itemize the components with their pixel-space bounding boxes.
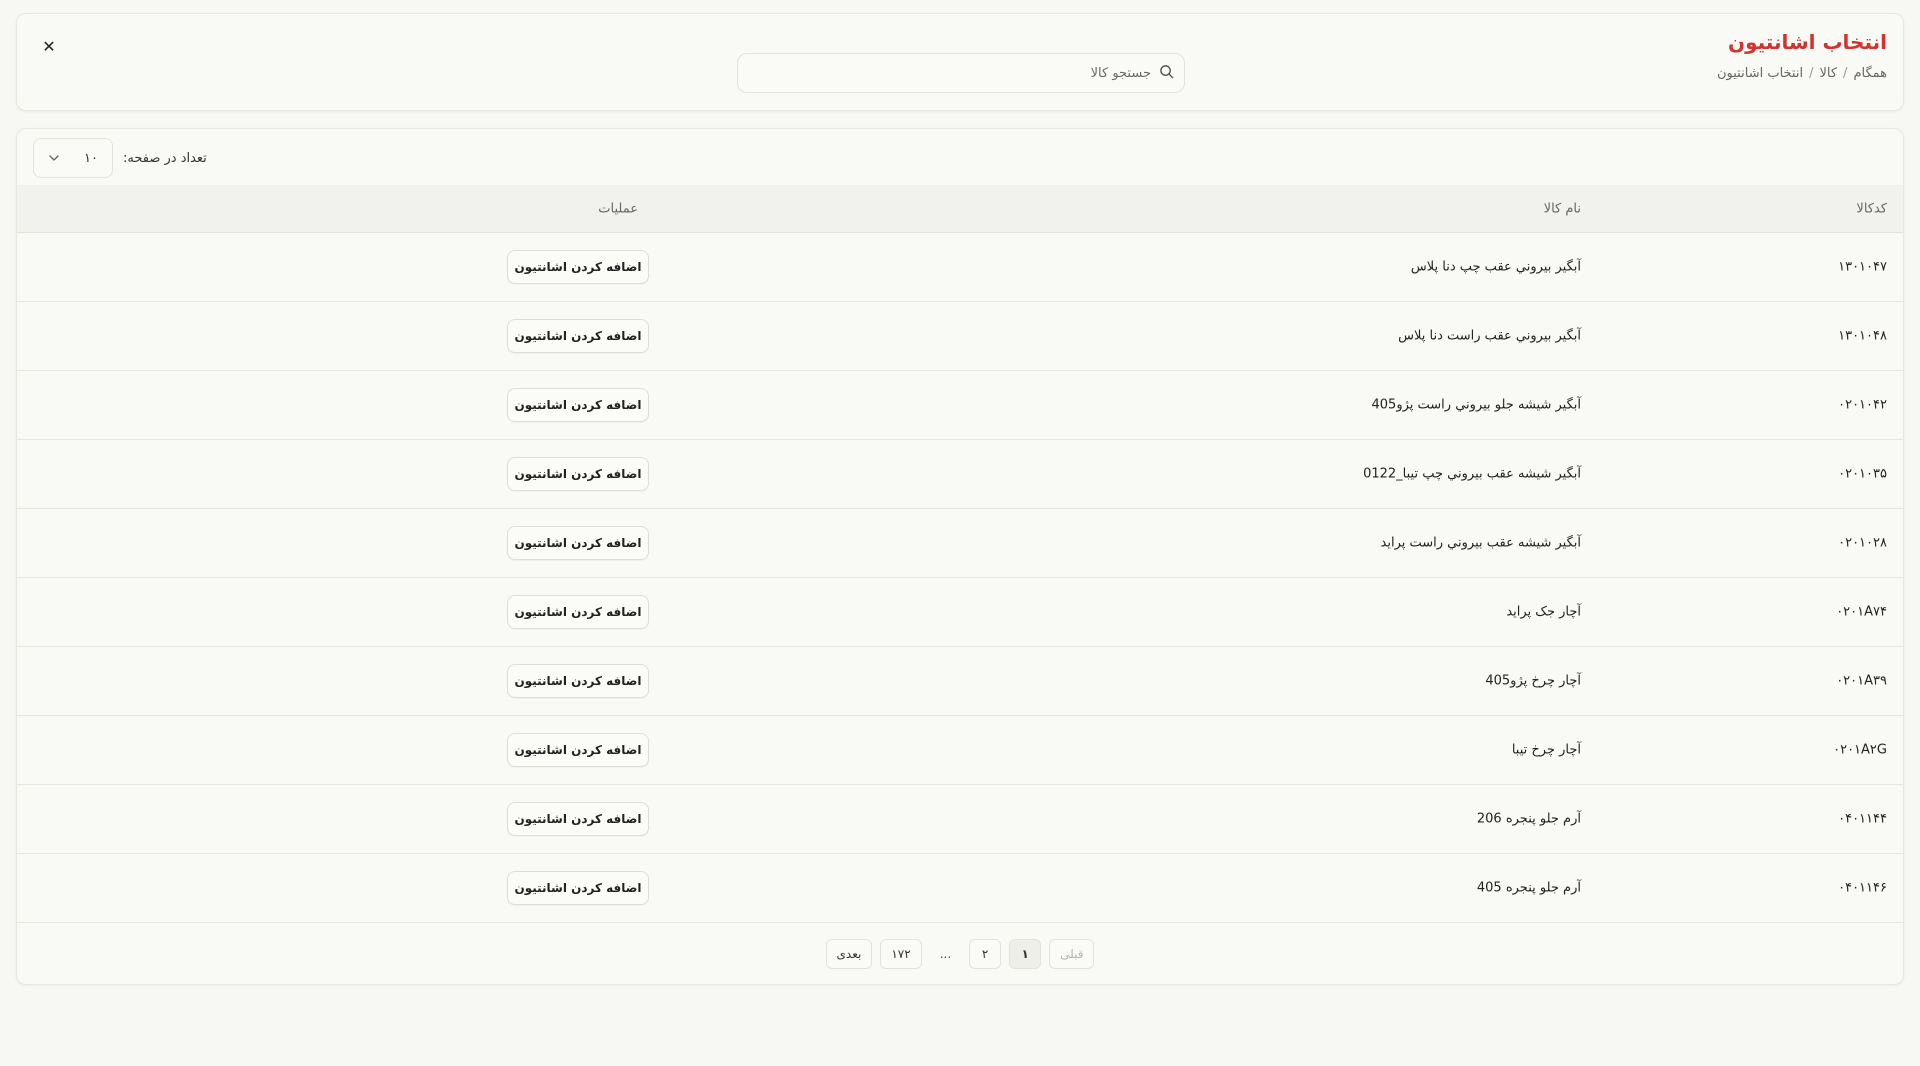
add-gift-button[interactable]: اضافه کردن اشانتیون bbox=[507, 802, 649, 836]
product-code: ۰۴۰۱۱۴۶ bbox=[1838, 880, 1887, 896]
add-gift-button[interactable]: اضافه کردن اشانتیون bbox=[507, 733, 649, 767]
page-button-2[interactable]: ۲ bbox=[969, 939, 1002, 969]
add-gift-button[interactable]: اضافه کردن اشانتیون bbox=[507, 664, 649, 698]
search-icon bbox=[1159, 64, 1174, 83]
product-name: آرم جلو پنجره 206 bbox=[1476, 811, 1581, 827]
next-page-button[interactable]: بعدی bbox=[825, 939, 873, 969]
table-row: ۰۴۰۱۱۴۴ آرم جلو پنجره 206 اضافه کردن اشانت… bbox=[17, 785, 1903, 854]
product-code: ۰۲۰۱۰۳۵ bbox=[1838, 466, 1887, 482]
product-name: آبگير شيشه عقب بيروني چپ تيبا_0122 bbox=[1363, 466, 1581, 482]
product-code: ۰۲۰۱۰۴۲ bbox=[1838, 397, 1887, 413]
breadcrumb-separator: / bbox=[1843, 66, 1848, 81]
column-header-operations: عملیات bbox=[598, 201, 638, 216]
search-input[interactable] bbox=[748, 65, 1151, 81]
pagination: قبلی ۱ ۲ ... ۱۷۲ بعدی bbox=[17, 939, 1903, 969]
product-code: ۰۲۰۱A۷۴ bbox=[1836, 604, 1887, 620]
product-code: ۰۲۰۱A۲G bbox=[1833, 742, 1887, 758]
product-name: آرم جلو پنجره 405 bbox=[1476, 880, 1581, 896]
product-name: آبگير شيشه جلو بيروني راست پژو405 bbox=[1371, 397, 1582, 413]
product-name: آبگير بيروني عقب راست دنا پلاس bbox=[1398, 328, 1581, 344]
table-header: کدکالا نام کالا عملیات bbox=[17, 185, 1903, 233]
product-code: ۰۲۰۱۰۲۸ bbox=[1838, 535, 1887, 551]
table-row: ۰۲۰۱۰۲۸ آبگير شيشه عقب بيروني راست پرايد ا… bbox=[17, 509, 1903, 578]
product-code: ۰۲۰۱A۳۹ bbox=[1836, 673, 1887, 689]
page-button-last[interactable]: ۱۷۲ bbox=[880, 939, 922, 969]
table-row: ۰۲۰۱۰۳۵ آبگير شيشه عقب بيروني چپ تيبا_012… bbox=[17, 440, 1903, 509]
close-button[interactable]: ✕ bbox=[37, 34, 61, 58]
page-title: انتخاب اشانتیون bbox=[1728, 30, 1887, 54]
product-name: آچار چرخ پژو405 bbox=[1485, 673, 1581, 689]
add-gift-button[interactable]: اضافه کردن اشانتیون bbox=[507, 457, 649, 491]
search-box bbox=[737, 53, 1185, 93]
add-gift-button[interactable]: اضافه کردن اشانتیون bbox=[507, 319, 649, 353]
product-code: ۱۳۰۱۰۴۸ bbox=[1838, 328, 1887, 344]
prev-page-button[interactable]: قبلی bbox=[1049, 939, 1095, 969]
product-name: آبگير شيشه عقب بيروني راست پرايد bbox=[1380, 535, 1581, 551]
per-page-label: تعداد در صفحه: bbox=[123, 150, 207, 166]
breadcrumb-separator: / bbox=[1809, 66, 1814, 81]
header-card: انتخاب اشانتیون همگام / کالا / انتخاب اش… bbox=[16, 13, 1904, 111]
add-gift-button[interactable]: اضافه کردن اشانتیون bbox=[507, 871, 649, 905]
table-row: ۰۲۰۱A۷۴ آچار جک پرايد اضافه کردن اشانتیون bbox=[17, 578, 1903, 647]
table-row: ۱۳۰۱۰۴۸ آبگير بيروني عقب راست دنا پلاس اضا… bbox=[17, 302, 1903, 371]
add-gift-button[interactable]: اضافه کردن اشانتیون bbox=[507, 595, 649, 629]
add-gift-button[interactable]: اضافه کردن اشانتیون bbox=[507, 388, 649, 422]
product-name: آبگير بيروني عقب چپ دنا پلاس bbox=[1410, 259, 1581, 275]
add-gift-button[interactable]: اضافه کردن اشانتیون bbox=[507, 250, 649, 284]
product-code: ۱۳۰۱۰۴۷ bbox=[1838, 259, 1887, 275]
table-row: ۰۲۰۱A۳۹ آچار چرخ پژو405 اضافه کردن اشانتیو… bbox=[17, 647, 1903, 716]
column-header-name: نام کالا bbox=[1543, 201, 1581, 216]
table-row: ۰۴۰۱۱۴۶ آرم جلو پنجره 405 اضافه کردن اشانت… bbox=[17, 854, 1903, 923]
product-code: ۰۴۰۱۱۴۴ bbox=[1838, 811, 1887, 827]
per-page-select[interactable]: ۱۰ bbox=[33, 138, 113, 178]
product-name: آچار چرخ تيبا bbox=[1511, 742, 1581, 758]
table-row: ۰۲۰۱A۲G آچار چرخ تيبا اضافه کردن اشانتیون bbox=[17, 716, 1903, 785]
per-page-value: ۱۰ bbox=[84, 150, 98, 166]
table-body: ۱۳۰۱۰۴۷ آبگير بيروني عقب چپ دنا پلاس اضافه… bbox=[17, 233, 1903, 923]
breadcrumb-item-current: انتخاب اشانتیون bbox=[1717, 66, 1804, 81]
chevron-down-icon bbox=[48, 149, 60, 168]
page-button-1[interactable]: ۱ bbox=[1009, 939, 1042, 969]
product-table: کدکالا نام کالا عملیات ۱۳۰۱۰۴۷ آبگير بيرو… bbox=[17, 185, 1903, 923]
add-gift-button[interactable]: اضافه کردن اشانتیون bbox=[507, 526, 649, 560]
breadcrumb: همگام / کالا / انتخاب اشانتیون bbox=[1717, 66, 1887, 81]
pagination-ellipsis: ... bbox=[939, 947, 952, 961]
table-row: ۱۳۰۱۰۴۷ آبگير بيروني عقب چپ دنا پلاس اضافه… bbox=[17, 233, 1903, 302]
per-page-control: تعداد در صفحه: ۱۰ bbox=[33, 138, 207, 178]
table-row: ۰۲۰۱۰۴۲ آبگير شيشه جلو بيروني راست پژو405… bbox=[17, 371, 1903, 440]
breadcrumb-item[interactable]: کالا bbox=[1819, 66, 1837, 81]
breadcrumb-item[interactable]: همگام bbox=[1853, 66, 1887, 81]
column-header-code: کدکالا bbox=[1856, 201, 1887, 216]
product-name: آچار جک پرايد bbox=[1506, 604, 1581, 620]
product-table-card: تعداد در صفحه: ۱۰ کدکالا نام کالا عملیات… bbox=[16, 128, 1904, 985]
